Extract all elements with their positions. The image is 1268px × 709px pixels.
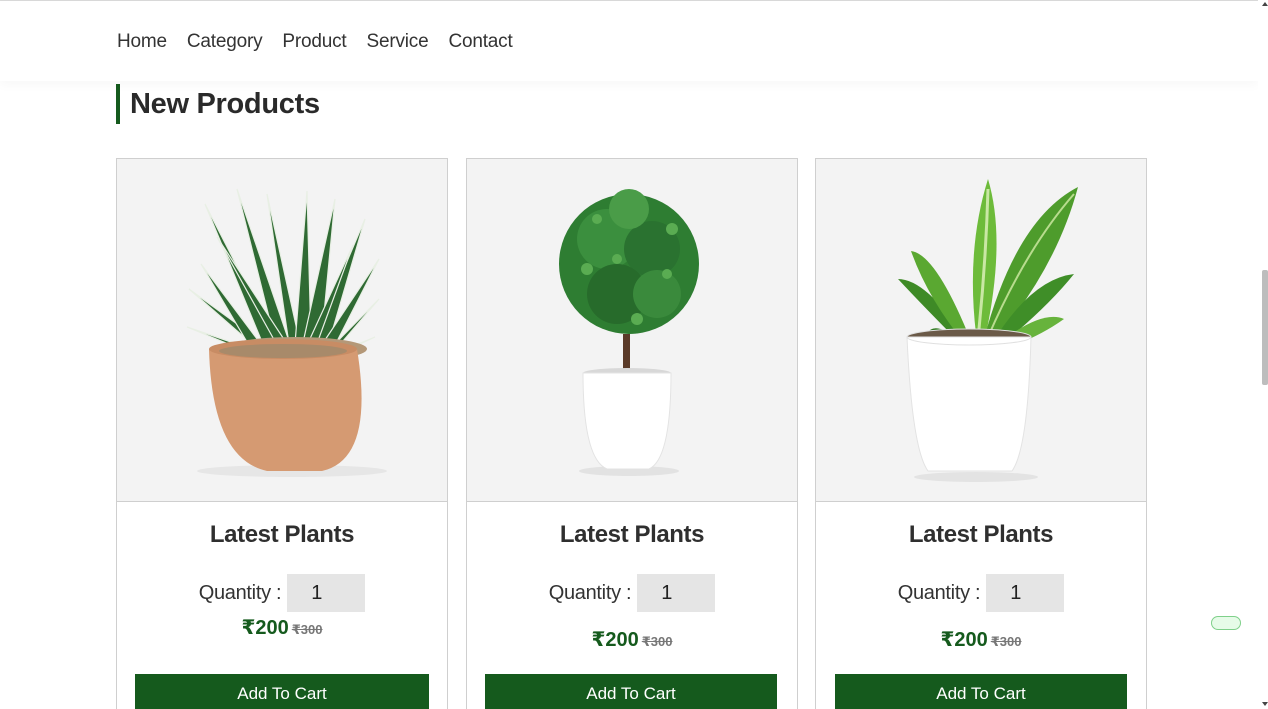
product-card: Latest Plants Quantity : ₹200₹300 Add To… xyxy=(116,158,448,709)
scroll-down-arrow-icon[interactable] xyxy=(1262,702,1268,706)
add-to-cart-button[interactable]: Add To Cart xyxy=(485,674,777,709)
nav-home[interactable]: Home xyxy=(117,31,167,53)
nav-category[interactable]: Category xyxy=(187,31,263,53)
quantity-row: Quantity : xyxy=(467,574,797,612)
old-price: ₹300 xyxy=(291,622,323,637)
succulent-pot-icon xyxy=(186,188,387,477)
section-title: New Products xyxy=(116,84,320,124)
add-to-cart-button[interactable]: Add To Cart xyxy=(135,674,429,709)
product-name: Latest Plants xyxy=(908,521,1054,548)
quantity-label: Quantity : xyxy=(897,581,981,604)
product-image[interactable] xyxy=(117,159,447,502)
scroll-up-arrow-icon[interactable] xyxy=(1262,2,1268,6)
product-image[interactable] xyxy=(816,159,1146,502)
navbar: Home Category Product Service Contact xyxy=(0,1,1258,81)
chat-widget-toggle[interactable] xyxy=(1211,616,1241,630)
product-card: Latest Plants Quantity : ₹200₹300 Add To… xyxy=(466,158,798,709)
nav-service[interactable]: Service xyxy=(366,31,428,53)
quantity-row: Quantity : xyxy=(117,574,447,612)
price: ₹200 xyxy=(241,617,289,639)
topiary-pot-icon xyxy=(559,189,699,476)
price: ₹200 xyxy=(591,629,639,651)
scrollbar-thumb[interactable] xyxy=(1262,270,1268,385)
quantity-input[interactable] xyxy=(637,574,716,612)
quantity-row: Quantity : xyxy=(816,574,1146,612)
product-name: Latest Plants xyxy=(209,521,355,548)
add-to-cart-button[interactable]: Add To Cart xyxy=(835,674,1127,709)
product-image[interactable] xyxy=(467,159,797,502)
price-row: ₹200 ₹300 xyxy=(117,615,447,640)
quantity-input[interactable] xyxy=(287,574,366,612)
product-name: Latest Plants xyxy=(559,521,705,548)
nav-product[interactable]: Product xyxy=(282,31,346,53)
price-row: ₹200 ₹300 xyxy=(816,627,1146,652)
old-price: ₹300 xyxy=(641,634,673,649)
product-card: Latest Plants Quantity : ₹200₹300 Add To… xyxy=(815,158,1147,709)
quantity-label: Quantity : xyxy=(548,581,632,604)
dieffenbachia-pot-icon xyxy=(898,179,1078,482)
price-row: ₹200 ₹300 xyxy=(467,627,797,652)
old-price: ₹300 xyxy=(990,634,1022,649)
nav-contact[interactable]: Contact xyxy=(448,31,512,53)
quantity-input[interactable] xyxy=(986,574,1065,612)
quantity-label: Quantity : xyxy=(198,581,282,604)
price: ₹200 xyxy=(940,629,988,651)
main-nav: Home Category Product Service Contact xyxy=(117,31,513,53)
